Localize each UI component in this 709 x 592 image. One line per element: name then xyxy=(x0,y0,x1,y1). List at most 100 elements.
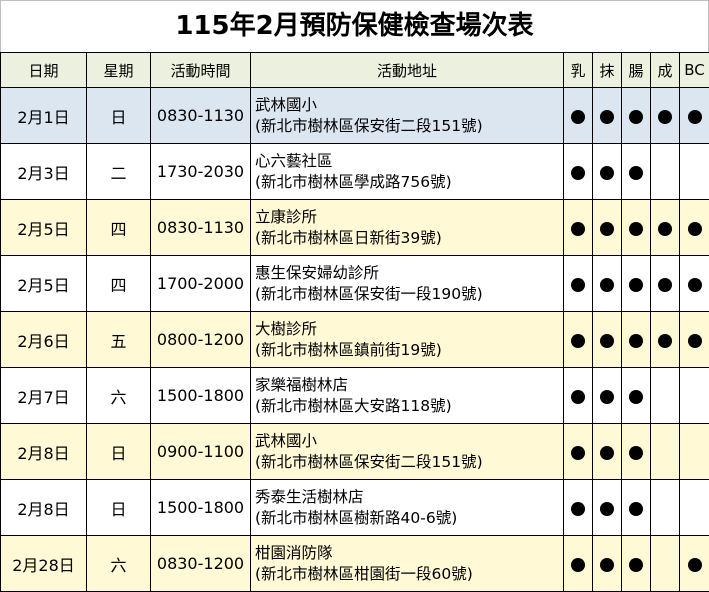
filled-circle-icon xyxy=(658,109,672,124)
check-cell-pap xyxy=(592,367,622,424)
filled-circle-icon xyxy=(629,333,643,348)
weekday-cell: 日 xyxy=(86,87,151,144)
check-cell-breast xyxy=(563,255,593,312)
place-address: (新北市樹林區保安街一段190號) xyxy=(255,284,483,303)
filled-circle-icon xyxy=(687,557,702,572)
check-cell-breast xyxy=(563,143,593,200)
place-name: 武林國小 xyxy=(255,431,318,450)
time-cell: 0830-1200 xyxy=(150,535,251,592)
filled-circle-icon xyxy=(600,389,614,404)
check-cell-adult xyxy=(650,87,680,144)
check-cell-pap xyxy=(592,255,622,312)
check-cell-pap xyxy=(592,199,622,256)
filled-circle-icon xyxy=(571,557,585,572)
check-cell-bc xyxy=(679,535,709,592)
check-cell-pap xyxy=(592,535,622,592)
address-cell: 惠生保安婦幼診所 (新北市樹林區保安街一段190號) xyxy=(250,255,564,312)
filled-circle-icon xyxy=(600,557,614,572)
check-cell-breast xyxy=(563,311,593,368)
place-name: 秀泰生活樹林店 xyxy=(255,487,364,506)
schedule-sheet: 115年2月預防保健檢查場次表 日期 星期 活動時間 活動地址 乳 抹 腸 成 … xyxy=(0,0,709,592)
check-cell-adult xyxy=(650,535,680,592)
address-cell: 武林國小 (新北市樹林區保安街二段151號) xyxy=(250,423,564,480)
place-name: 大樹診所 xyxy=(255,319,318,338)
column-header-date: 日期 xyxy=(0,52,87,88)
filled-circle-icon xyxy=(571,165,585,180)
check-cell-colon xyxy=(621,87,651,144)
filled-circle-icon xyxy=(658,221,672,236)
address-cell: 柑園消防隊 (新北市樹林區柑園街一段60號) xyxy=(250,535,564,592)
filled-circle-icon xyxy=(629,165,643,180)
address-cell: 立康診所 (新北市樹林區日新街39號) xyxy=(250,199,564,256)
place-address: (新北市樹林區學成路756號) xyxy=(255,172,452,191)
weekday-cell: 六 xyxy=(86,367,151,424)
filled-circle-icon xyxy=(658,277,672,292)
filled-circle-icon xyxy=(687,109,702,124)
check-cell-pap xyxy=(592,311,622,368)
header-row: 日期 星期 活動時間 活動地址 乳 抹 腸 成 BC xyxy=(0,52,709,88)
filled-circle-icon xyxy=(571,501,585,516)
check-cell-pap xyxy=(592,87,622,144)
place-name: 立康診所 xyxy=(255,207,318,226)
check-cell-breast xyxy=(563,199,593,256)
filled-circle-icon xyxy=(600,109,614,124)
date-cell: 2月3日 xyxy=(0,143,87,200)
time-cell: 1500-1800 xyxy=(150,479,251,536)
column-header-colon: 腸 xyxy=(621,52,651,88)
filled-circle-icon xyxy=(571,445,585,460)
place-address: (新北市樹林區大安路118號) xyxy=(255,396,452,415)
date-cell: 2月8日 xyxy=(0,423,87,480)
filled-circle-icon xyxy=(600,165,614,180)
check-cell-colon xyxy=(621,143,651,200)
weekday-cell: 六 xyxy=(86,535,151,592)
date-cell: 2月7日 xyxy=(0,367,87,424)
filled-circle-icon xyxy=(600,445,614,460)
check-cell-bc xyxy=(679,87,709,144)
filled-circle-icon xyxy=(687,277,702,292)
check-cell-colon xyxy=(621,367,651,424)
filled-circle-icon xyxy=(629,221,643,236)
schedule-table: 日期 星期 活動時間 活動地址 乳 抹 腸 成 BC 2月1日日 0830-113… xyxy=(0,52,709,592)
check-cell-pap xyxy=(592,423,622,480)
time-cell: 1730-2030 xyxy=(150,143,251,200)
filled-circle-icon xyxy=(571,221,585,236)
filled-circle-icon xyxy=(600,333,614,348)
place-address: (新北市樹林區保安街二段151號) xyxy=(255,452,483,471)
check-cell-breast xyxy=(563,87,593,144)
column-header-breast: 乳 xyxy=(563,52,593,88)
address-cell: 武林國小 (新北市樹林區保安街二段151號) xyxy=(250,87,564,144)
address-cell: 秀泰生活樹林店 (新北市樹林區樹新路40-6號) xyxy=(250,479,564,536)
check-cell-adult xyxy=(650,143,680,200)
page-title: 115年2月預防保健檢查場次表 xyxy=(0,0,709,52)
check-cell-colon xyxy=(621,255,651,312)
table-row: 2月7日六 1500-1800 家樂福樹林店 (新北市樹林區大安路118號) xyxy=(0,367,709,424)
date-cell: 2月8日 xyxy=(0,479,87,536)
place-name: 家樂福樹林店 xyxy=(255,375,349,394)
filled-circle-icon xyxy=(571,277,585,292)
filled-circle-icon xyxy=(629,445,643,460)
check-cell-adult xyxy=(650,311,680,368)
place-address: (新北市樹林區保安街二段151號) xyxy=(255,116,483,135)
place-address: (新北市樹林區日新街39號) xyxy=(255,228,442,247)
filled-circle-icon xyxy=(571,389,585,404)
column-header-time: 活動時間 xyxy=(150,52,251,88)
date-cell: 2月28日 xyxy=(0,535,87,592)
address-cell: 家樂福樹林店 (新北市樹林區大安路118號) xyxy=(250,367,564,424)
table-row: 2月8日日 0900-1100 武林國小 (新北市樹林區保安街二段151號) xyxy=(0,423,709,480)
check-cell-breast xyxy=(563,423,593,480)
place-address: (新北市樹林區鎮前街19號) xyxy=(255,340,442,359)
weekday-cell: 四 xyxy=(86,199,151,256)
place-address: (新北市樹林區柑園街一段60號) xyxy=(255,564,473,583)
check-cell-adult xyxy=(650,255,680,312)
address-cell: 心六藝社區 (新北市樹林區學成路756號) xyxy=(250,143,564,200)
table-row: 2月5日四 0830-1130 立康診所 (新北市樹林區日新街39號) xyxy=(0,199,709,256)
check-cell-pap xyxy=(592,479,622,536)
place-address: (新北市樹林區樹新路40-6號) xyxy=(255,508,458,527)
check-cell-breast xyxy=(563,367,593,424)
time-cell: 0830-1130 xyxy=(150,199,251,256)
check-cell-bc xyxy=(679,311,709,368)
place-name: 惠生保安婦幼診所 xyxy=(255,263,380,282)
time-cell: 0900-1100 xyxy=(150,423,251,480)
check-cell-colon xyxy=(621,199,651,256)
table-row: 2月5日四 1700-2000 惠生保安婦幼診所 (新北市樹林區保安街一段190號) xyxy=(0,255,709,312)
